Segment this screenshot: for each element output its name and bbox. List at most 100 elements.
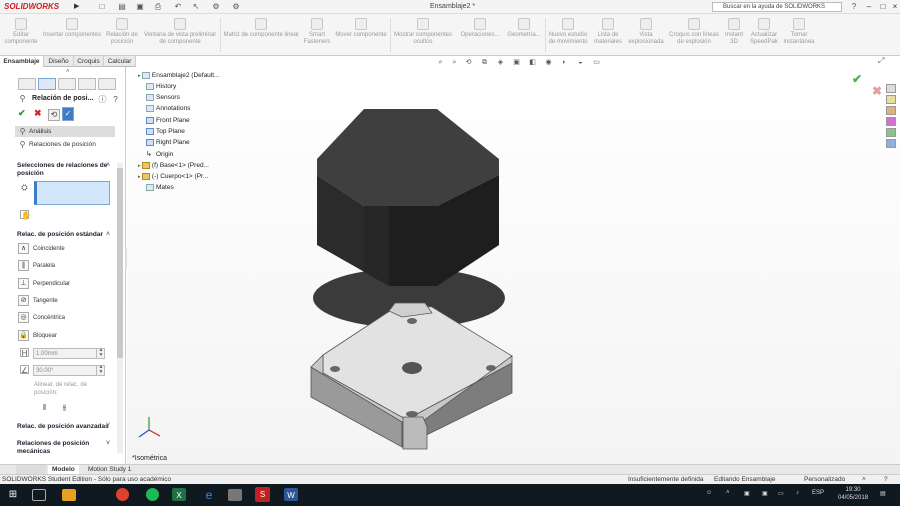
dynamic-annotation-icon[interactable]: ◈ (495, 58, 506, 67)
pin-button[interactable]: ✓ (62, 107, 74, 121)
angle-spinner[interactable]: ▲ ▼ (96, 365, 105, 376)
open-icon[interactable]: ▤ (116, 2, 128, 12)
hide-show-icon[interactable]: ◉ (543, 58, 554, 67)
tab-relaciones-posicion[interactable]: Relaciones de posición (15, 139, 115, 150)
display-manager-tab-icon[interactable] (98, 78, 116, 90)
undo-icon[interactable]: ↶ (172, 2, 184, 12)
tray-app-icon[interactable]: ▣ (744, 490, 750, 497)
apply-scene-icon[interactable]: ◒ (575, 58, 586, 67)
save-icon[interactable]: ▣ (134, 2, 146, 12)
mate-perpendicular[interactable]: ⊥ Perpendicular (18, 278, 113, 290)
volume-icon[interactable]: ♪ (796, 490, 799, 496)
property-manager-tab-icon[interactable] (38, 78, 56, 90)
solidworks-taskbar-icon[interactable]: S (255, 487, 270, 502)
mate-parallel[interactable]: ∥ Paralela (18, 260, 113, 272)
distance-spinner[interactable]: ▲ ▼ (96, 348, 105, 359)
battery-icon[interactable]: ▭ (778, 490, 784, 497)
feature-manager-tab-icon[interactable] (18, 78, 36, 90)
mate-pop-toolbar-icon[interactable]: ✋ (20, 210, 31, 220)
minimize-button[interactable]: – (862, 1, 876, 13)
ribbon-geometry-button[interactable]: Geometría... (504, 18, 544, 54)
edge-icon[interactable]: e (200, 487, 218, 503)
ribbon-speedpak-button[interactable]: Actualizar SpeedPak (748, 18, 780, 54)
zoom-to-fit-icon[interactable]: ⌕ (435, 58, 446, 67)
spotify-icon[interactable] (146, 488, 159, 501)
app-icon[interactable] (228, 489, 242, 501)
chrome-icon[interactable] (116, 488, 129, 501)
task-view-icon[interactable] (32, 489, 46, 501)
undo-button[interactable]: ⟲ (48, 109, 60, 121)
configuration-manager-tab-icon[interactable] (58, 78, 76, 90)
aligned-icon[interactable]: ⫴ (40, 403, 49, 412)
ribbon-snapshot-button[interactable]: Tomar instantánea (782, 18, 816, 54)
help-icon[interactable]: ? (848, 2, 860, 12)
word-icon[interactable]: W (284, 488, 298, 501)
ribbon-features-button[interactable]: Operaciones... (458, 18, 502, 54)
panel-expand-icon[interactable]: ˄ (66, 69, 70, 75)
close-window-button[interactable]: × (888, 1, 900, 13)
display-style-icon[interactable]: ◧ (527, 58, 538, 67)
tab-calcular[interactable]: Calcular (104, 56, 136, 67)
chevron-up-icon[interactable]: ˄ (106, 162, 110, 169)
pm-help-icon[interactable]: ? (111, 95, 120, 104)
rebuild-icon[interactable]: ⚙ (210, 2, 222, 12)
file-explorer-icon[interactable] (62, 489, 76, 501)
windows-start-icon[interactable]: ⊞ (4, 487, 22, 503)
mate-selections-box[interactable] (34, 181, 110, 205)
zoom-area-icon[interactable]: ⌕ (449, 58, 460, 67)
edit-appearance-icon[interactable]: ◐ (559, 58, 570, 67)
viewport-restore-icon[interactable]: ⤢ (878, 56, 884, 66)
chevron-up-icon[interactable]: ˄ (106, 231, 110, 238)
ribbon-component-preview-button[interactable]: Ventana de vista preliminar de component… (142, 18, 218, 54)
tab-diseno[interactable]: Diseño (44, 56, 74, 67)
section-mechanical-header[interactable]: Relaciones de posición mecánicas (17, 440, 115, 456)
ribbon-move-component-button[interactable]: Mover componente (334, 18, 388, 54)
mate-lock[interactable]: 🔒 Bloquear (18, 330, 113, 342)
view-orientation-icon[interactable]: ▣ (511, 58, 522, 67)
section-standard-header[interactable]: Relac. de posición estándar (17, 231, 115, 239)
mate-coincident[interactable]: ∧ Coincidente (18, 243, 113, 255)
print-icon[interactable]: ⎙ (152, 2, 164, 12)
ribbon-mate-button[interactable]: Relación de posición (104, 18, 140, 54)
section-view-icon[interactable]: ⧉ (479, 58, 490, 67)
tray-chevron-icon[interactable]: ˄ (726, 490, 730, 496)
ribbon-exploded-view-button[interactable]: Vista explosionada (626, 18, 666, 54)
ribbon-bom-button[interactable]: Lista de materiales (592, 18, 624, 54)
previous-view-icon[interactable]: ⟲ (463, 58, 474, 67)
chevron-down-icon[interactable]: ˅ (106, 440, 110, 447)
distance-input[interactable]: 1.00mm (33, 348, 105, 359)
select-icon[interactable]: ↖ (190, 2, 202, 12)
dimxpert-tab-icon[interactable] (78, 78, 96, 90)
help-search-input[interactable]: Buscar en la ayuda de SOLIDWORKS (712, 2, 842, 12)
anti-aligned-icon[interactable]: ⫵ (60, 403, 69, 412)
language-indicator[interactable]: ESP (812, 490, 824, 496)
angle-input[interactable]: 30.00° (33, 365, 105, 376)
ribbon-edit-component-button[interactable]: Editar componente (2, 18, 40, 54)
tab-croquis[interactable]: Croquis (74, 56, 104, 67)
new-doc-icon[interactable]: □ (96, 2, 108, 12)
ribbon-instant3d-button[interactable]: Instant 3D (722, 18, 746, 54)
ribbon-insert-components-button[interactable]: Insertar componentes (42, 18, 102, 54)
people-icon[interactable]: ☺ (706, 490, 712, 496)
excel-icon[interactable]: X (172, 488, 186, 501)
ribbon-linear-pattern-button[interactable]: Matriz de componente lineal (222, 18, 300, 54)
notifications-icon[interactable]: ▤ (880, 490, 886, 497)
pm-scroll-thumb[interactable] (117, 168, 123, 358)
tab-analisis[interactable]: Análisis (15, 126, 115, 137)
pm-info-icon[interactable]: ⓘ (98, 95, 107, 104)
menu-arrow-icon[interactable]: ▶ (74, 2, 82, 12)
ok-button[interactable]: ✔ (18, 108, 26, 119)
chevron-down-icon[interactable]: ˅ (106, 422, 110, 429)
clock[interactable]: 19:30 04/05/2018 (838, 486, 868, 502)
ribbon-explode-line-sketch-button[interactable]: Croquis con líneas de explosión (668, 18, 720, 54)
view-settings-icon[interactable]: ▭ (591, 58, 602, 67)
tab-ensamblaje[interactable]: Ensamblaje (0, 56, 44, 67)
section-selections-header[interactable]: Selecciones de relaciones de posición (17, 162, 115, 178)
mate-tangent[interactable]: ⊘ Tangente (18, 295, 113, 307)
options-icon[interactable]: ⚙ (230, 2, 242, 12)
cancel-button[interactable]: ✖ (34, 108, 42, 119)
ribbon-motion-study-button[interactable]: Nuevo estudio de movimiento (546, 18, 590, 54)
ribbon-show-hidden-button[interactable]: Mostrar componentes ocultos (392, 18, 454, 54)
section-advanced-header[interactable]: Relac. de posición avanzadas (17, 423, 115, 431)
mate-concentric[interactable]: ◎ Concéntrica (18, 312, 113, 324)
